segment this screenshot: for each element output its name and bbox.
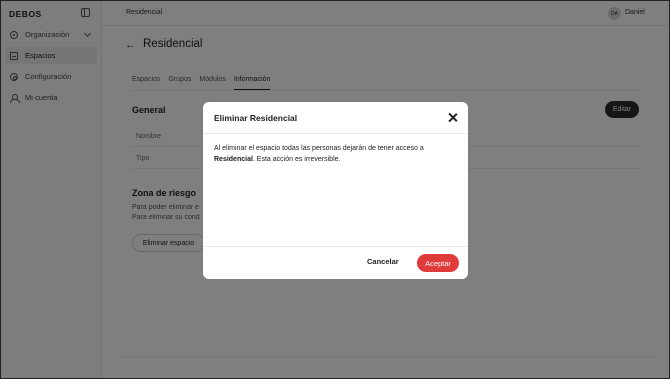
- accept-button[interactable]: Aceptar: [417, 254, 459, 272]
- cancel-button[interactable]: Cancelar: [367, 257, 399, 266]
- app-window: DEBOS Organización Espacios Configuració…: [0, 0, 670, 379]
- dialog-message: Al eliminar el espacio todas las persona…: [214, 144, 457, 165]
- dialog-header-divider: [203, 133, 468, 134]
- dialog-title: Eliminar Residencial: [214, 113, 298, 123]
- close-icon[interactable]: [448, 113, 457, 122]
- dialog-message-space-name: Residencial: [214, 155, 253, 163]
- dialog-footer-divider: [203, 246, 468, 247]
- dialog-message-text: Al eliminar el espacio todas las persona…: [214, 145, 424, 152]
- dialog-message-text: . Esta acción es irreversible.: [252, 155, 341, 163]
- delete-confirmation-dialog: Eliminar Residencial Al eliminar el espa…: [203, 102, 468, 279]
